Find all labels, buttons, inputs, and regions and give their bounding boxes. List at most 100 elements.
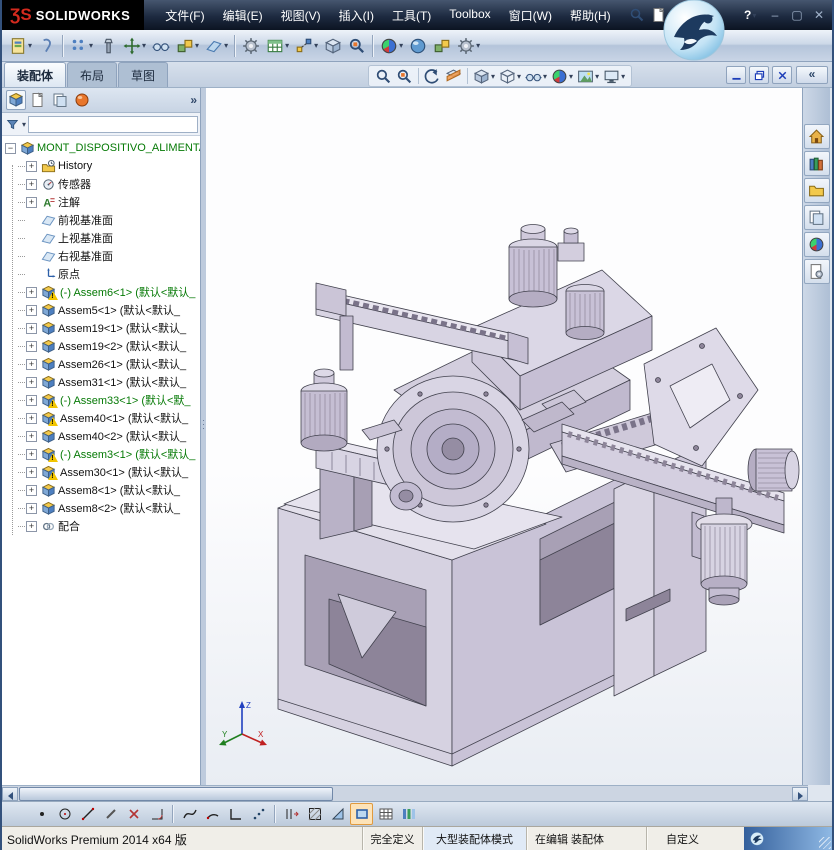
exploded-view-icon[interactable]: ▾ [293,35,320,57]
graphics-area[interactable]: Z X Y [206,88,808,785]
tree-item[interactable]: +(-) Assem3<1> (默认<默认_ [2,445,200,463]
tree-item[interactable]: 原点 [2,265,200,283]
simulation-advisor-icon[interactable] [407,35,429,57]
tree-item[interactable]: −MONT_DISPOSITIVO_ALIMENTAI [2,139,200,157]
tree-expand-toggle[interactable]: + [26,179,37,190]
restore-document-button[interactable] [749,66,769,84]
section-view-icon[interactable] [443,67,464,86]
edit-appearance-icon[interactable]: ▾ [378,35,405,57]
sketch-hatch-icon[interactable] [304,804,325,824]
tree-filter-input[interactable] [28,116,198,133]
interference-detection-icon[interactable] [346,35,368,57]
sketch-line-icon[interactable] [77,804,98,824]
close-window-button[interactable]: ✕ [812,8,826,22]
apply-scene-icon[interactable]: ▾ [575,67,601,86]
view-settings-icon[interactable]: ▾ [601,67,627,86]
large-assembly-mode-icon[interactable] [431,35,453,57]
tree-expand-toggle[interactable]: + [26,359,37,370]
tree-item[interactable]: +传感器 [2,175,200,193]
tree-expand-toggle[interactable]: + [26,197,37,208]
assembly-features-icon[interactable]: ▾ [174,35,201,57]
sketch-centerline-icon[interactable] [100,804,121,824]
dimxpertmanager-tab-icon[interactable] [72,90,92,110]
status-segment-3[interactable]: 自定义 [646,827,718,850]
sketch-chamfer-icon[interactable] [327,804,348,824]
scroll-right-button[interactable] [792,787,808,801]
tree-expand-toggle[interactable]: + [26,467,37,478]
sketch-trim-icon[interactable] [123,804,144,824]
propertymanager-tab-icon[interactable] [28,90,48,110]
sketch-offset-icon[interactable] [281,804,302,824]
sketch-point-pattern-icon[interactable] [248,804,269,824]
tree-item[interactable]: +Assem40<2> (默认<默认_ [2,427,200,445]
sketch-columns-icon[interactable] [398,804,419,824]
sketch-plane-icon[interactable] [350,803,373,825]
scroll-left-button[interactable] [2,787,18,801]
linear-component-pattern-icon[interactable]: ▾ [68,35,95,57]
tree-expand-toggle[interactable]: + [26,323,37,334]
tree-item[interactable]: +Assem19<1> (默认<默认_ [2,319,200,337]
tree-item[interactable]: +配合 [2,517,200,535]
sketch-point-icon[interactable] [31,804,52,824]
tree-item[interactable]: +Assem40<1> (默认<默认_ [2,409,200,427]
custom-properties-icon[interactable] [804,259,830,284]
tree-expand-toggle[interactable]: + [26,395,37,406]
show-hidden-components-icon[interactable] [150,35,172,57]
display-style-icon[interactable]: ▾ [497,67,523,86]
tab-装配体[interactable]: 装配体 [4,62,66,87]
filter-funnel-icon[interactable] [4,118,21,131]
tree-item[interactable]: +Assem8<2> (默认<默认_ [2,499,200,517]
solidworks-resources-icon[interactable] [804,124,830,149]
zoom-to-fit-icon[interactable] [373,67,394,86]
move-component-icon[interactable]: ▾ [121,35,148,57]
taskpane-collapse-button[interactable]: « [796,66,828,84]
menu-item-3[interactable]: 插入(I) [330,1,383,30]
bill-of-materials-icon[interactable]: ▾ [264,35,291,57]
tree-item[interactable]: +Assem19<2> (默认<默认_ [2,337,200,355]
mate-icon[interactable] [36,35,58,57]
file-explorer-icon[interactable] [804,178,830,203]
tree-expand-toggle[interactable]: − [5,143,16,154]
menu-item-0[interactable]: 文件(F) [156,1,213,30]
tree-item[interactable]: +History [2,157,200,175]
appearances-scenes-icon[interactable] [804,232,830,257]
configurationmanager-tab-icon[interactable] [50,90,70,110]
tree-expand-toggle[interactable]: + [26,161,37,172]
resize-grip[interactable] [819,837,831,849]
menu-item-4[interactable]: 工具(T) [383,1,440,30]
tree-item[interactable]: +(-) Assem33<1> (默认<默_ [2,391,200,409]
featuremanager-tree-tab-icon[interactable] [6,90,26,110]
menu-item-7[interactable]: 帮助(H) [561,1,620,30]
sketch-arc-icon[interactable] [202,804,223,824]
tree-expand-toggle[interactable]: + [26,341,37,352]
scrollbar-thumb[interactable] [19,787,333,801]
sketch-spline-icon[interactable] [179,804,200,824]
tree-expand-toggle[interactable]: + [26,485,37,496]
view-palette-icon[interactable] [804,205,830,230]
design-table-icon[interactable] [375,804,396,824]
zoom-to-area-icon[interactable] [394,67,415,86]
tree-expand-toggle[interactable]: + [26,521,37,532]
menu-item-2[interactable]: 视图(V) [272,1,330,30]
tab-草图[interactable]: 草图 [118,62,168,87]
tree-item[interactable]: +Assem31<1> (默认<默认_ [2,373,200,391]
reference-geometry-icon[interactable]: ▾ [203,35,230,57]
tree-item[interactable]: 上视基准面 [2,229,200,247]
smart-fasteners-icon[interactable] [97,35,119,57]
minimize-window-button[interactable]: – [768,8,782,22]
close-document-button[interactable] [772,66,792,84]
menu-item-5[interactable]: Toolbox [440,1,499,30]
sketch-corner-rectangle-icon[interactable] [225,804,246,824]
tree-item[interactable]: +Assem26<1> (默认<默认_ [2,355,200,373]
tree-item[interactable]: +Assem30<1> (默认<默认_ [2,463,200,481]
tree-item[interactable]: +Assem5<1> (默认<默认_ [2,301,200,319]
edit-appearance-icon[interactable]: ▾ [549,67,575,86]
minimize-document-button[interactable] [726,66,746,84]
tree-expand-toggle[interactable]: + [26,449,37,460]
sketch-circle-icon[interactable] [54,804,75,824]
new-motion-study-icon[interactable] [240,35,262,57]
tree-item[interactable]: 右视基准面 [2,247,200,265]
previous-view-icon[interactable] [422,67,443,86]
instant3d-icon[interactable] [322,35,344,57]
help-button[interactable]: ? ▾ [744,0,756,30]
